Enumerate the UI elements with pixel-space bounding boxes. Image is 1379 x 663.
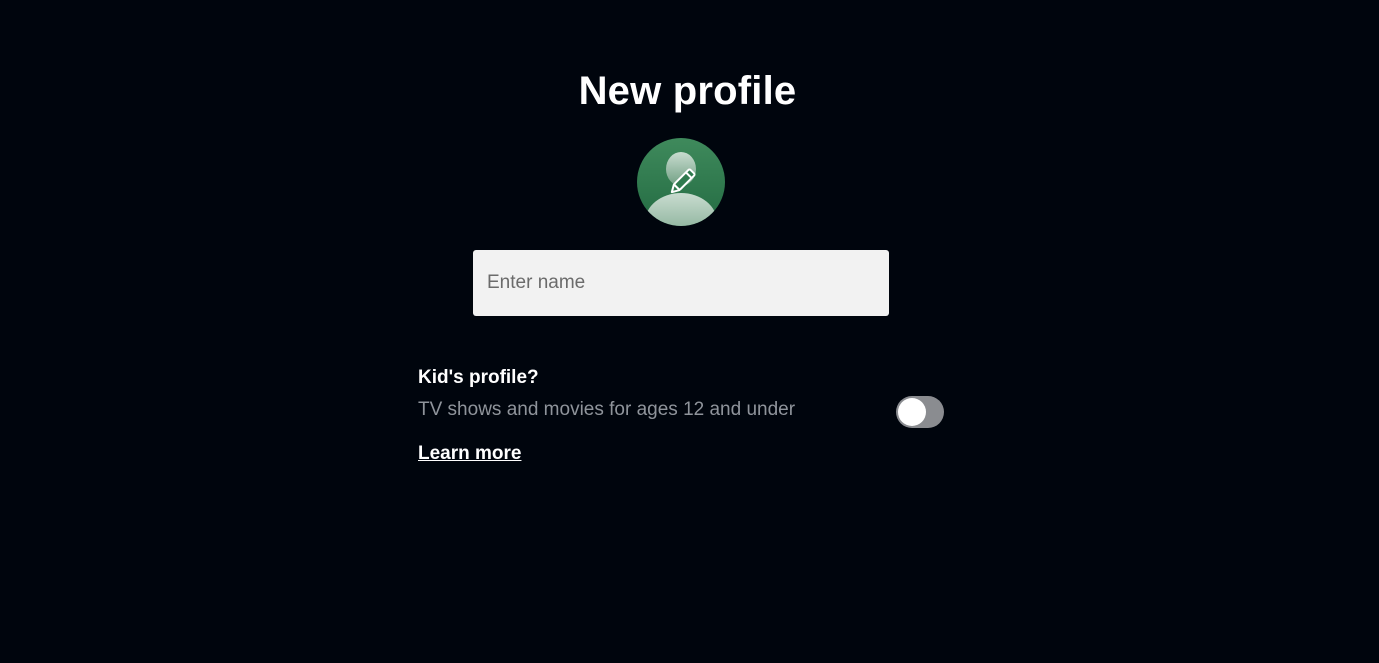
page-title: New profile bbox=[578, 69, 797, 113]
kids-profile-toggle[interactable] bbox=[896, 396, 944, 428]
profile-avatar-button[interactable] bbox=[637, 138, 725, 226]
new-profile-page: New profile Kid's pr bbox=[0, 0, 1379, 663]
kids-profile-description: TV shows and movies for ages 12 and unde… bbox=[418, 399, 796, 420]
toggle-knob bbox=[898, 398, 926, 426]
learn-more-link[interactable]: Learn more bbox=[418, 441, 521, 467]
person-with-pencil-icon bbox=[637, 138, 725, 226]
profile-name-input[interactable] bbox=[473, 250, 889, 316]
kids-profile-title: Kid's profile? bbox=[418, 367, 539, 388]
